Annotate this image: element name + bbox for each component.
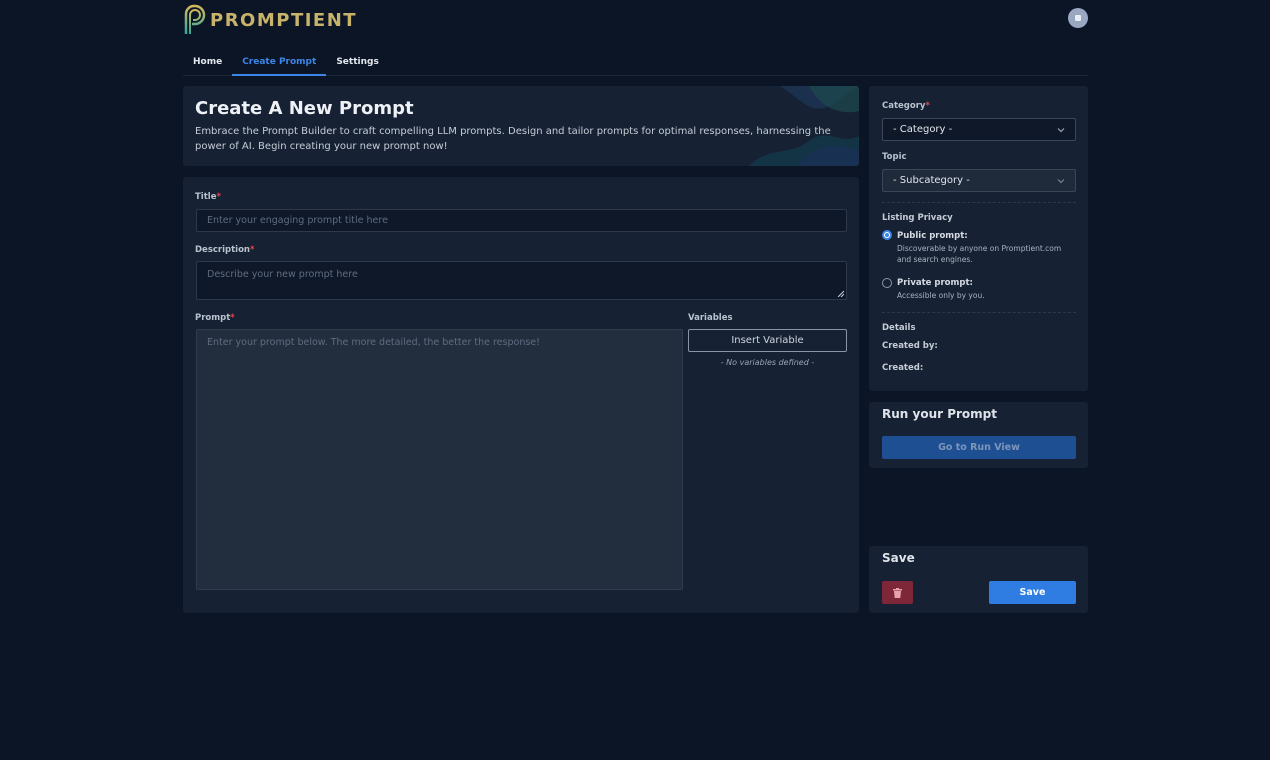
save-title: Save	[882, 551, 915, 565]
no-variables-text: - No variables defined -	[720, 358, 815, 367]
chevron-down-icon	[1057, 128, 1065, 133]
resize-handle-icon[interactable]	[837, 290, 844, 297]
brand-logo[interactable]: PROMPTIENT	[183, 4, 357, 36]
category-value: - Category -	[893, 124, 953, 135]
private-prompt-title: Private prompt:	[897, 278, 973, 288]
brand-name: PROMPTIENT	[210, 9, 358, 31]
tab-home[interactable]: Home	[183, 50, 232, 76]
public-prompt-description: Discoverable by anyone on Promptient.com…	[897, 244, 1062, 264]
avatar[interactable]	[1068, 8, 1088, 28]
description-label: Description*	[195, 245, 255, 255]
title-label: Title*	[195, 192, 221, 202]
avatar-icon	[1075, 15, 1081, 21]
topic-value: - Subcategory -	[893, 175, 970, 186]
private-prompt-description: Accessible only by you.	[897, 291, 985, 300]
title-placeholder: Enter your engaging prompt title here	[207, 215, 388, 226]
created-label: Created:	[882, 363, 924, 373]
description-input[interactable]: Describe your new prompt here	[196, 261, 847, 300]
public-prompt-title: Public prompt:	[897, 231, 968, 241]
category-select[interactable]: - Category -	[882, 118, 1076, 141]
delete-button[interactable]	[882, 581, 913, 604]
created-by-label: Created by:	[882, 341, 938, 351]
run-title: Run your Prompt	[882, 407, 997, 421]
public-prompt-radio[interactable]	[882, 230, 892, 240]
prompt-label: Prompt*	[195, 313, 235, 323]
p-logo-icon	[184, 4, 206, 34]
category-label: Category*	[882, 101, 930, 111]
main-nav: Home Create Prompt Settings	[183, 50, 1088, 76]
prompt-placeholder: Enter your prompt below. The more detail…	[207, 337, 540, 348]
prompt-settings-panel: Category* - Category - Topic - Subcatego…	[869, 86, 1088, 391]
tab-create-prompt[interactable]: Create Prompt	[232, 50, 327, 76]
save-panel: Save Save	[869, 546, 1088, 613]
details-label: Details	[882, 323, 916, 333]
chevron-down-icon	[1057, 179, 1065, 184]
tab-settings[interactable]: Settings	[326, 50, 388, 76]
hero-card: Create A New Prompt Embrace the Prompt B…	[183, 86, 859, 166]
topic-label: Topic	[882, 152, 907, 162]
title-input[interactable]: Enter your engaging prompt title here	[196, 209, 847, 232]
prompt-form: Title* Enter your engaging prompt title …	[183, 177, 859, 613]
insert-variable-button[interactable]: Insert Variable	[688, 329, 847, 352]
top-bar: PROMPTIENT	[183, 0, 1088, 40]
go-to-run-view-button[interactable]: Go to Run View	[882, 436, 1076, 459]
run-panel: Run your Prompt Go to Run View	[869, 402, 1088, 468]
divider	[882, 202, 1076, 203]
prompt-input[interactable]: Enter your prompt below. The more detail…	[196, 329, 683, 590]
page-title: Create A New Prompt	[195, 98, 414, 119]
variables-label: Variables	[688, 313, 733, 323]
topic-select[interactable]: - Subcategory -	[882, 169, 1076, 192]
trash-icon	[893, 587, 902, 598]
hero-decoration-icon	[749, 86, 859, 166]
privacy-label: Listing Privacy	[882, 213, 953, 223]
description-placeholder: Describe your new prompt here	[207, 269, 358, 280]
divider	[882, 312, 1076, 313]
private-prompt-radio[interactable]	[882, 278, 892, 288]
save-button[interactable]: Save	[989, 581, 1076, 604]
